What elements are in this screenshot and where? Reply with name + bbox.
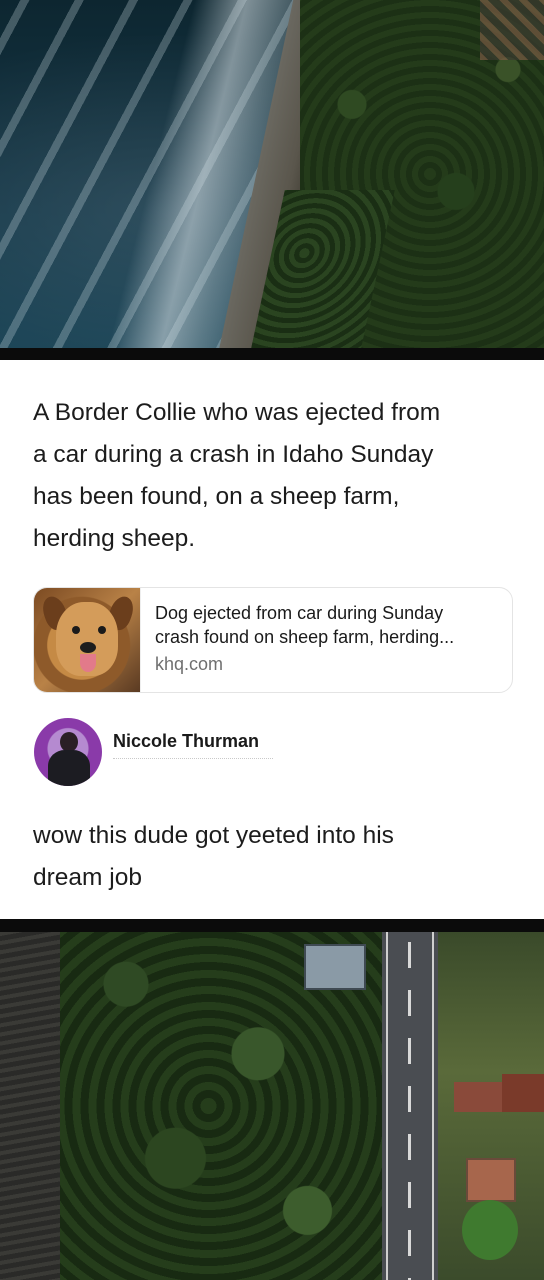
avatar[interactable]: [34, 718, 102, 786]
link-title: Dog ejected from car during Sunday crash…: [155, 601, 500, 649]
post-text-line: a car during a crash in Idaho Sunday: [33, 441, 434, 468]
aerial-road-palms-photo: [0, 932, 544, 1280]
post-text-line: has been found, on a sheep farm,: [33, 483, 400, 510]
dog-photo-thumbnail: [34, 588, 141, 692]
link-title-line: Dog ejected from car during Sunday: [155, 603, 444, 623]
link-preview-card[interactable]: Dog ejected from car during Sunday crash…: [33, 587, 513, 693]
aerial-coastline-photo: [0, 0, 544, 348]
post-text-line: A Border Collie who was ejected from: [33, 399, 441, 426]
reply-author-name[interactable]: Niccole Thurman: [113, 731, 259, 752]
reply-text-line: wow this dude got yeeted into his: [33, 822, 394, 849]
post-text: A Border Collie who was ejected from a c…: [33, 392, 513, 560]
post-text-line: herding sheep.: [33, 525, 196, 552]
link-domain: khq.com: [155, 654, 224, 674]
reply-text-line: dream job: [33, 864, 142, 891]
reply-text: wow this dude got yeeted into his dream …: [33, 815, 513, 899]
blurred-handle: [113, 758, 273, 765]
link-title-line: crash found on sheep farm, herding...: [155, 627, 455, 647]
